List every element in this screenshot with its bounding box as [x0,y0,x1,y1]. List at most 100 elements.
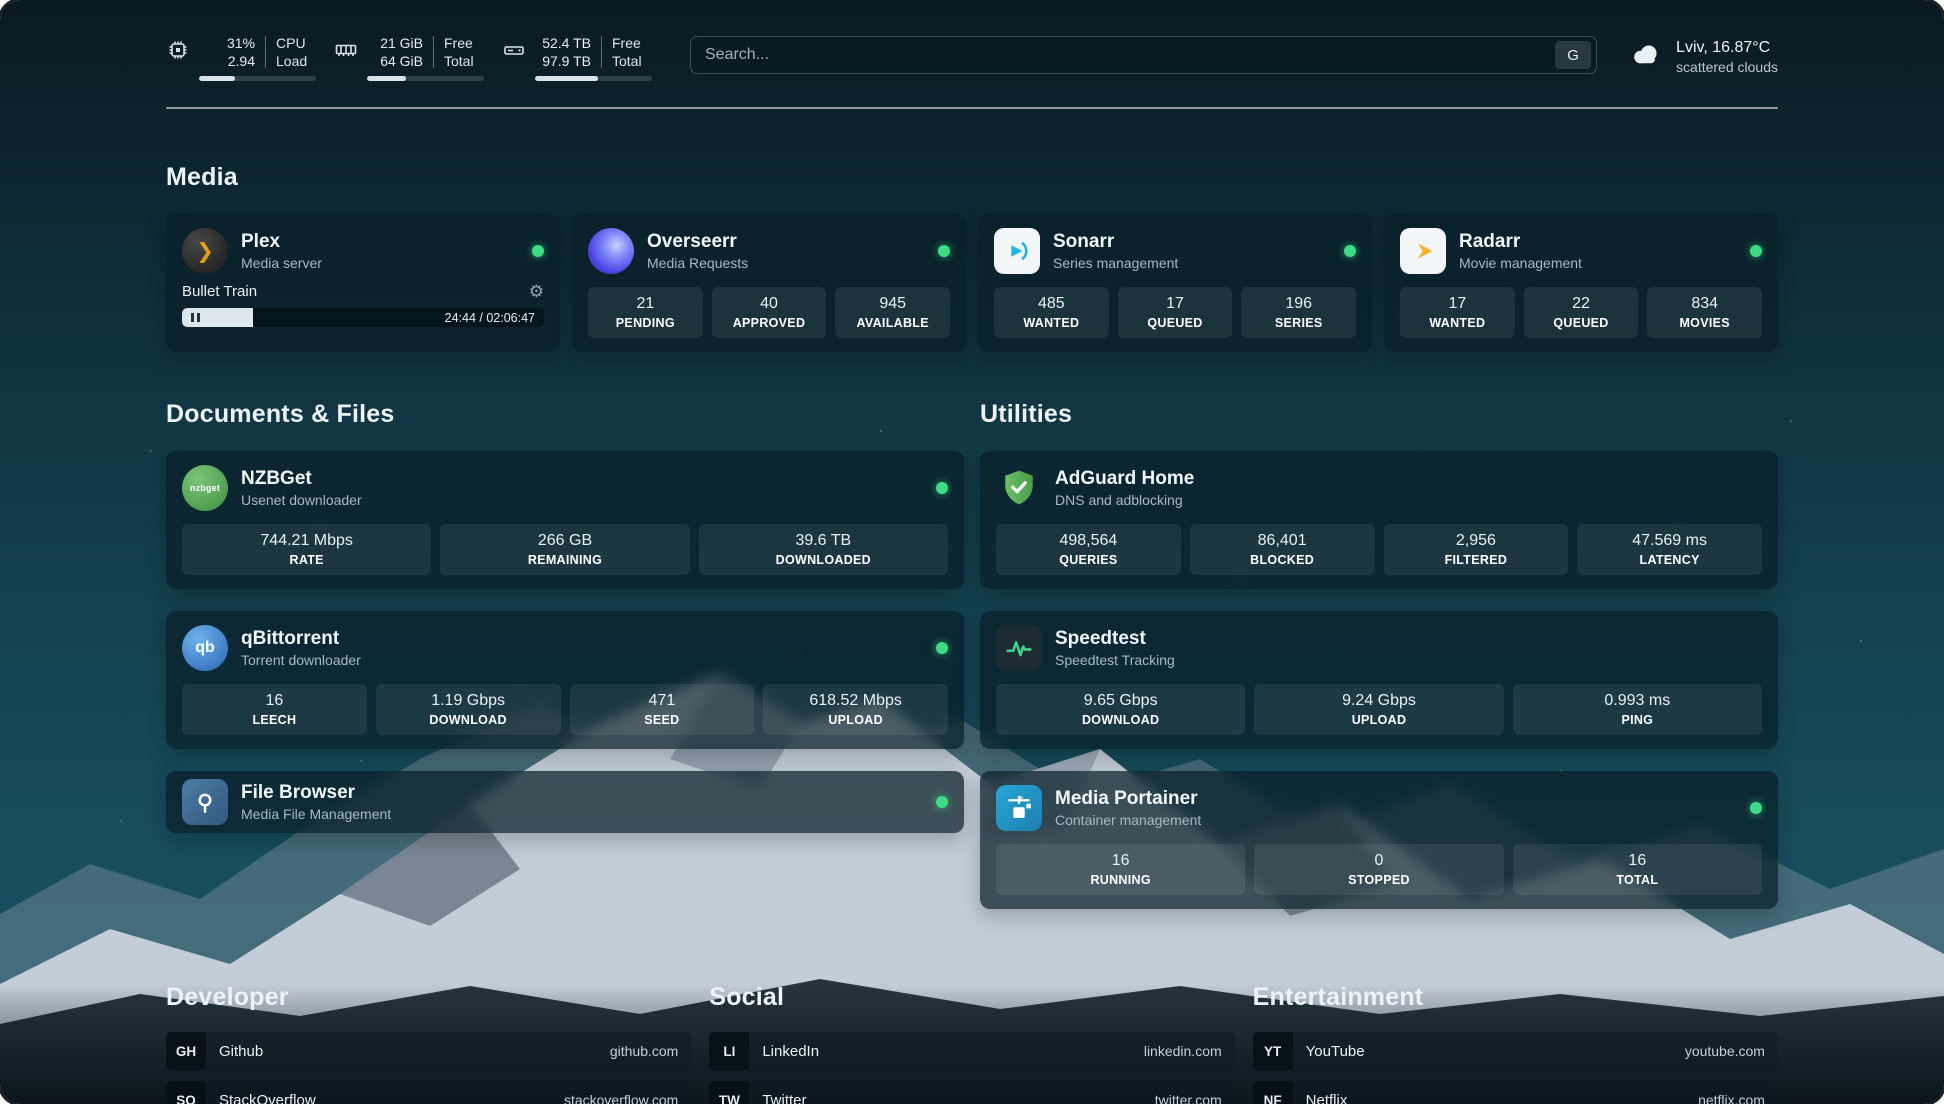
app-name: Sonarr [1053,230,1178,253]
app-name: NZBGet [241,467,362,490]
cloud-icon [1627,36,1663,77]
stat-wanted: 485 WANTED [994,287,1109,338]
app-subtitle: Container management [1055,811,1201,829]
cpu-label: CPU [276,34,316,52]
stat-latency: 47.569 ms LATENCY [1577,524,1762,575]
app-subtitle: Series management [1053,254,1178,272]
stat-leech: 16 LEECH [182,684,367,735]
dashboard-root: 31% 2.94 CPU Load [0,0,1944,1104]
memory-total-value: 64 GiB [367,52,423,70]
app-subtitle: Media Requests [647,254,748,272]
bookmark-linkedin[interactable]: LI LinkedIn linkedin.com [709,1032,1234,1070]
system-metrics: 31% 2.94 CPU Load [166,34,652,81]
metric-separator [433,36,434,68]
status-dot-online [1750,245,1762,257]
speedtest-icon [996,625,1042,671]
bookmark-stackoverflow[interactable]: SO StackOverflow stackoverflow.com [166,1081,691,1104]
stat-queued: 17 QUEUED [1118,287,1233,338]
stat-ping: 0.993 ms PING [1513,684,1762,735]
adguard-icon [996,465,1042,511]
linkedin-icon: LI [709,1032,749,1070]
twitter-icon: TW [709,1081,749,1104]
app-card-filebrowser[interactable]: File Browser Media File Management [166,771,964,833]
portainer-icon [996,785,1042,831]
stat-stopped: 0 STOPPED [1254,844,1503,895]
section-title-entertainment: Entertainment [1253,983,1778,1012]
disk-free-value: 52.4 TB [535,34,591,52]
app-card-nzbget[interactable]: nzbget NZBGet Usenet downloader 744.21 M… [166,451,964,589]
stat-upload: 9.24 Gbps UPLOAD [1254,684,1503,735]
bookmark-twitter[interactable]: TW Twitter twitter.com [709,1081,1234,1104]
app-card-portainer[interactable]: Media Portainer Container management 16 … [980,771,1778,909]
app-name: AdGuard Home [1055,467,1194,490]
now-playing-title: Bullet Train [182,283,257,300]
app-subtitle: Media server [241,254,322,272]
stat-downloaded: 39.6 TB DOWNLOADED [699,524,948,575]
app-card-sonarr[interactable]: Sonarr Series management 485 WANTED 17 Q… [978,214,1372,352]
stat-pending: 21 PENDING [588,287,703,338]
app-name: Plex [241,230,322,253]
bookmark-youtube[interactable]: YT YouTube youtube.com [1253,1032,1778,1070]
stat-wanted: 17 WANTED [1400,287,1515,338]
disk-usage-bar [535,76,652,81]
section-title-social: Social [709,983,1234,1012]
netflix-icon: NF [1253,1081,1293,1104]
section-title-developer: Developer [166,983,691,1012]
stat-movies: 834 MOVIES [1647,287,1762,338]
cpu-load-label: Load [276,52,316,70]
disk-total-value: 97.9 TB [535,52,591,70]
status-dot-online [532,245,544,257]
overseerr-icon [588,228,634,274]
memory-widget: 21 GiB 64 GiB Free Total [334,34,484,81]
plex-icon: ❯ [182,228,228,274]
section-title-documents: Documents & Files [166,400,964,429]
github-icon: GH [166,1032,206,1070]
stat-series: 196 SERIES [1241,287,1356,338]
playback-progress-bar[interactable]: 24:44 / 02:06:47 [182,308,544,327]
stat-approved: 40 APPROVED [712,287,827,338]
app-card-radarr[interactable]: Radarr Movie management 17 WANTED 22 QUE… [1384,214,1778,352]
status-dot-online [936,796,948,808]
status-dot-online [936,482,948,494]
bookmark-netflix[interactable]: NF Netflix netflix.com [1253,1081,1778,1104]
memory-total-label: Total [444,52,484,70]
app-subtitle: Media File Management [241,805,391,823]
bookmark-github[interactable]: GH Github github.com [166,1032,691,1070]
topbar: 31% 2.94 CPU Load [166,0,1778,81]
app-card-overseerr[interactable]: Overseerr Media Requests 21 PENDING 40 A… [572,214,966,352]
app-subtitle: DNS and adblocking [1055,491,1194,509]
app-card-adguard[interactable]: AdGuard Home DNS and adblocking 498,564 … [980,451,1778,589]
app-name: Media Portainer [1055,787,1201,810]
cpu-usage-bar [199,76,316,81]
app-name: File Browser [241,781,391,804]
memory-free-value: 21 GiB [367,34,423,52]
stat-queries: 498,564 QUERIES [996,524,1181,575]
status-dot-online [1750,802,1762,814]
status-dot-online [1344,245,1356,257]
metric-separator [601,36,602,68]
weather-location: Lviv, 16.87°C [1676,38,1778,58]
status-dot-online [936,642,948,654]
search-input[interactable] [691,46,1555,64]
stat-queued: 22 QUEUED [1524,287,1639,338]
disk-total-label: Total [612,52,652,70]
app-card-speedtest[interactable]: Speedtest Speedtest Tracking 9.65 Gbps D… [980,611,1778,749]
stat-running: 16 RUNNING [996,844,1245,895]
app-name: Radarr [1459,230,1582,253]
gear-icon[interactable]: ⚙ [529,283,544,300]
radarr-icon [1400,228,1446,274]
app-card-plex[interactable]: ❯ Plex Media server Bullet Train ⚙ [166,214,560,352]
app-card-qbittorrent[interactable]: qb qBittorrent Torrent downloader 16 LEE… [166,611,964,749]
app-subtitle: Movie management [1459,254,1582,272]
app-name: Speedtest [1055,627,1175,650]
metric-separator [265,36,266,68]
cpu-icon [166,38,190,81]
pause-icon[interactable] [191,313,200,322]
memory-usage-bar [367,76,484,81]
app-name: qBittorrent [241,627,361,650]
memory-icon [334,38,358,81]
stackoverflow-icon: SO [166,1081,206,1104]
nzbget-icon: nzbget [182,465,228,511]
search-engine-button[interactable]: G [1555,41,1591,69]
app-name: Overseerr [647,230,748,253]
